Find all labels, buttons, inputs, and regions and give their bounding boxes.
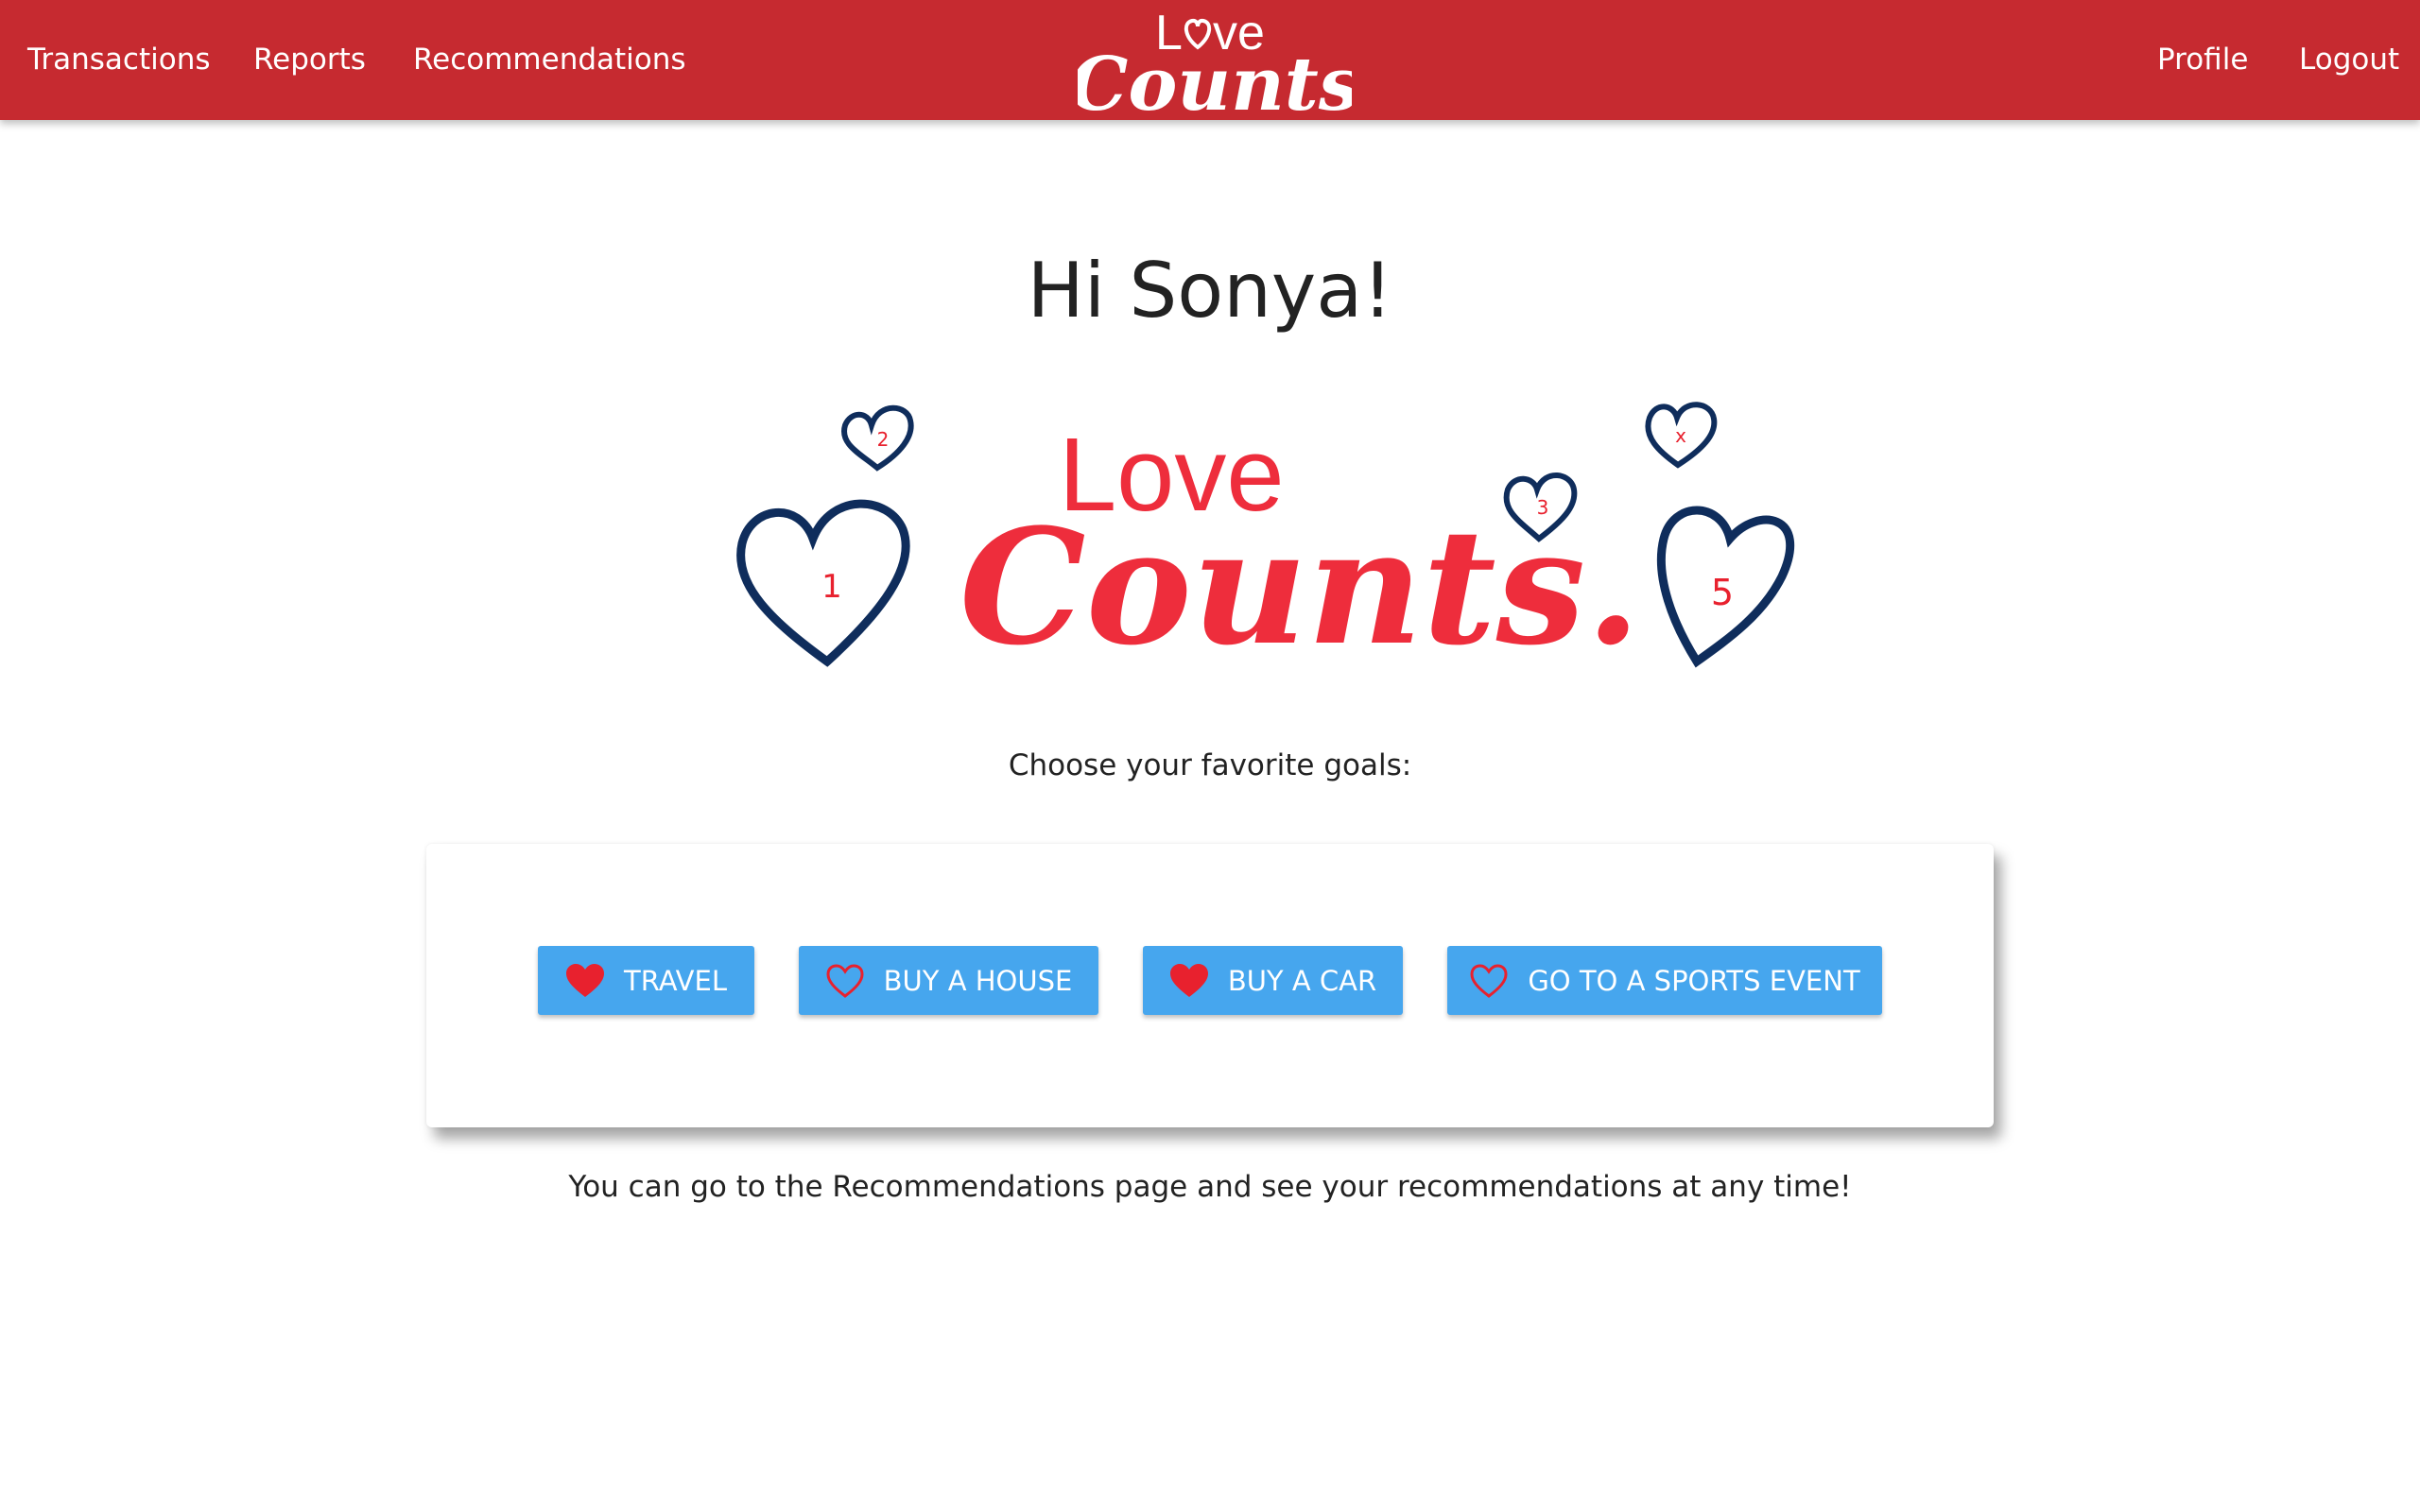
svg-text:2: 2 xyxy=(877,428,890,451)
goal-button-label: BUY A HOUSE xyxy=(883,964,1073,997)
nav-link-reports[interactable]: Reports xyxy=(253,0,366,120)
svg-text:1: 1 xyxy=(821,568,842,606)
goal-button-travel[interactable]: TRAVEL xyxy=(538,946,754,1015)
goals-prompt: Choose your favorite goals: xyxy=(1008,748,1412,782)
heart-filled-icon xyxy=(1169,963,1208,997)
hero-heart-5-icon: 5 xyxy=(1656,506,1795,668)
nav-link-recommendations[interactable]: Recommendations xyxy=(413,0,686,120)
goal-button-label: BUY A CAR xyxy=(1227,964,1377,997)
heart-outline-icon xyxy=(826,963,864,998)
greeting-heading: Hi Sonya! xyxy=(1027,247,1393,335)
heart-outline-icon xyxy=(1470,963,1508,998)
nav-link-logout[interactable]: Logout xyxy=(2299,0,2399,120)
hero-heart-2-icon: 2 xyxy=(841,404,914,472)
brand-counts-text: Counts xyxy=(1078,42,1352,120)
svg-text:3: 3 xyxy=(1537,496,1549,519)
goal-button-buy-a-car[interactable]: BUY A CAR xyxy=(1143,946,1403,1015)
brand-logo[interactable]: L ve Counts xyxy=(1069,0,1359,128)
footer-note: You can go to the Recommendations page a… xyxy=(568,1170,1852,1204)
top-navbar: Transactions Reports Recommendations L v… xyxy=(0,0,2420,128)
goal-button-go-to-a-sports-event[interactable]: GO TO A SPORTS EVENT xyxy=(1447,946,1882,1015)
nav-link-transactions[interactable]: Transactions xyxy=(27,0,211,120)
goal-button-label: GO TO A SPORTS EVENT xyxy=(1528,964,1860,997)
svg-text:5: 5 xyxy=(1711,572,1734,613)
hero-heart-4-icon: x xyxy=(1645,402,1718,469)
nav-link-profile[interactable]: Profile xyxy=(2157,0,2248,120)
hero-heart-1-icon: 1 xyxy=(736,499,910,667)
goal-button-label: TRAVEL xyxy=(624,964,727,997)
hero-counts-text: Counts. xyxy=(959,493,1641,680)
svg-text:x: x xyxy=(1675,424,1686,447)
goal-button-buy-a-house[interactable]: BUY A HOUSE xyxy=(799,946,1098,1015)
hero-logo: 1 2 Love Counts. 3 x 5 xyxy=(728,378,1796,690)
heart-filled-icon xyxy=(566,963,604,997)
